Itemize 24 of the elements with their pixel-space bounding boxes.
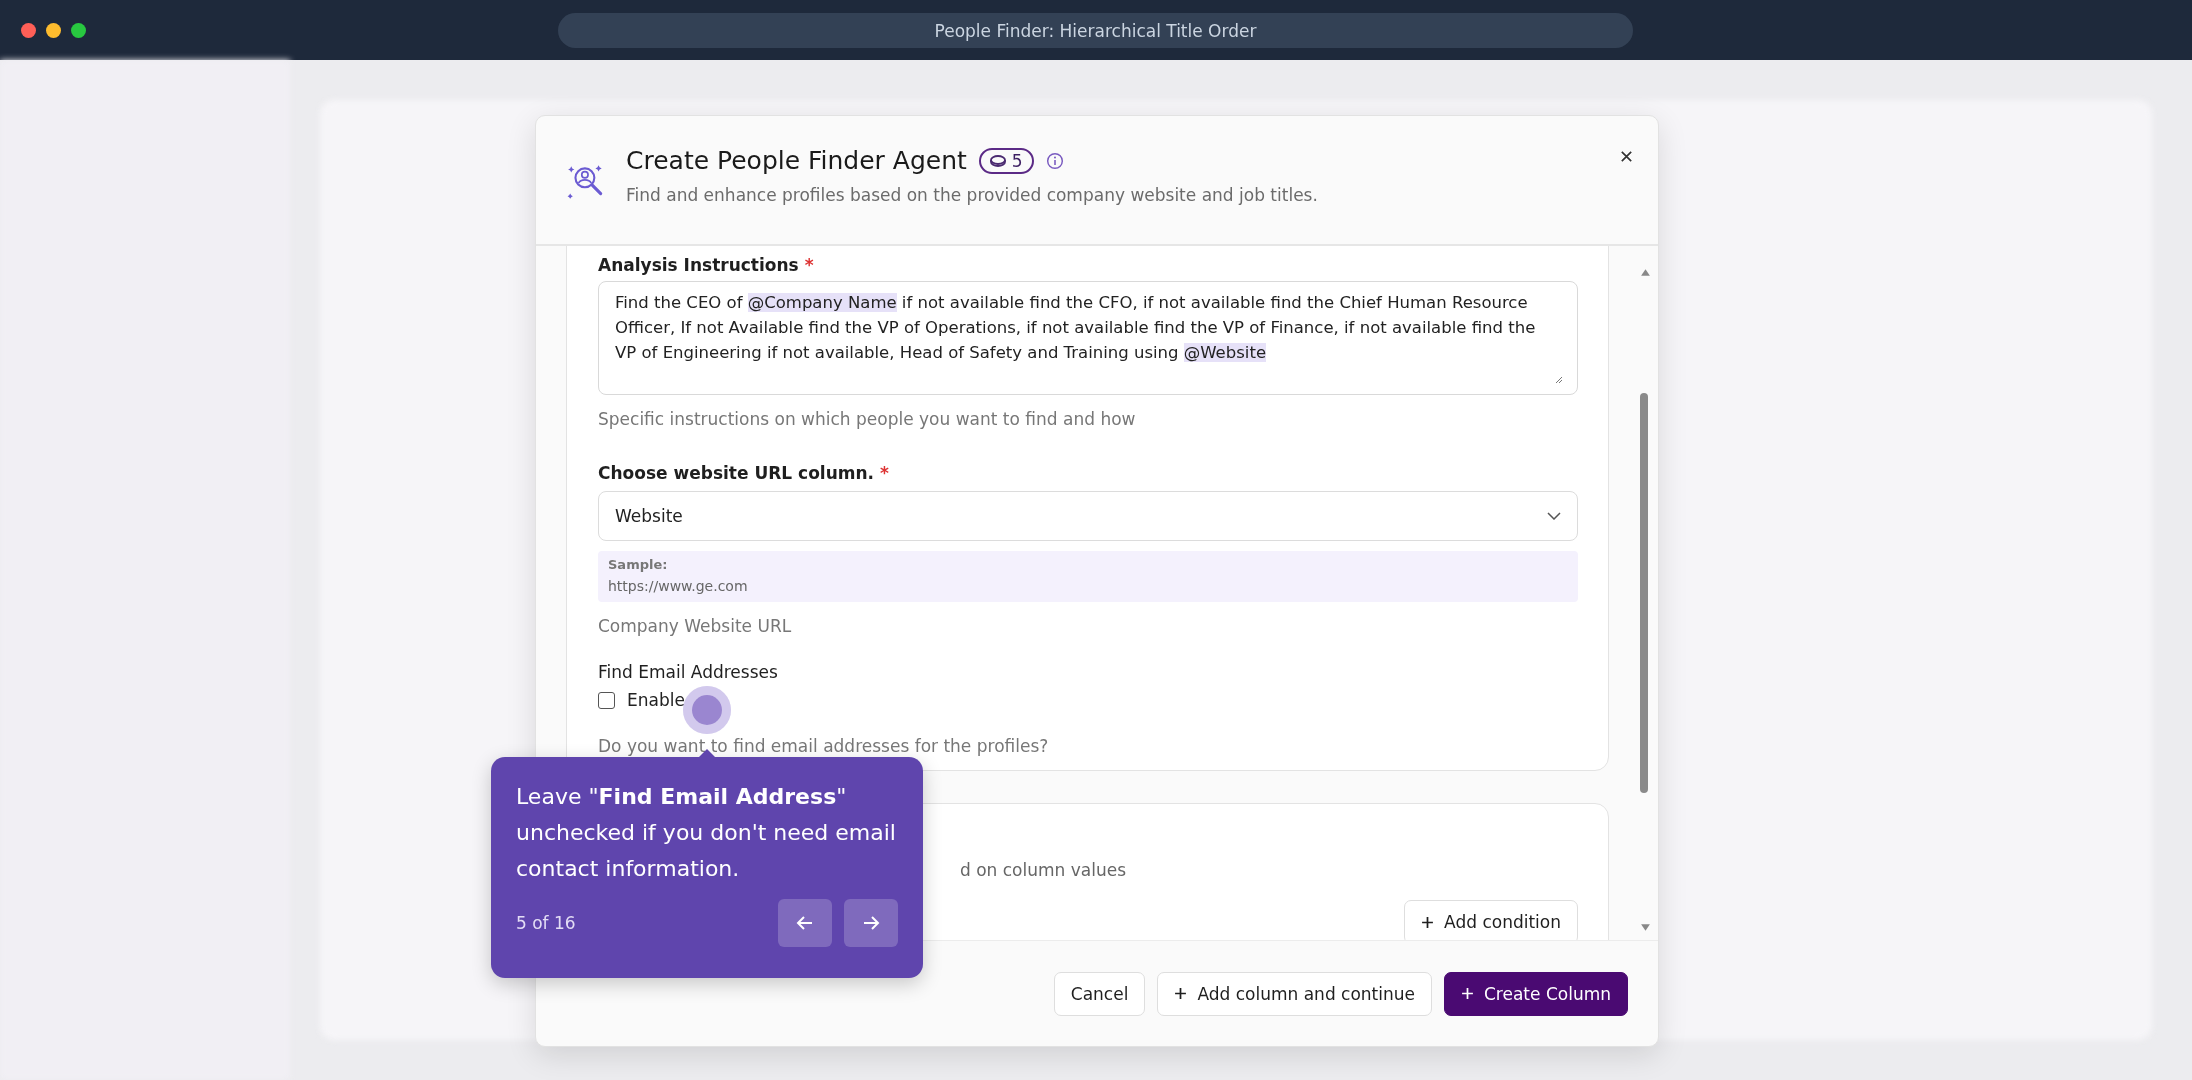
add-condition-button[interactable]: Add condition [1404, 900, 1578, 940]
required-mark: * [804, 255, 814, 275]
add-continue-button[interactable]: Add column and continue [1157, 971, 1432, 1016]
credit-badge: 5 [978, 147, 1034, 174]
create-column-button[interactable]: Create Column [1444, 971, 1628, 1016]
helper-text: Do you want to find email addresses for the profiles? [598, 736, 1050, 756]
step-counter: 5 of 16 [516, 913, 576, 933]
cancel-button[interactable]: Cancel [1053, 971, 1146, 1016]
sample-label: Sample: [608, 557, 669, 572]
description-text: d on column values [960, 860, 1127, 880]
helper-text: Company Website URL [598, 616, 793, 636]
helper-text: Specific instructions on which people you want to find and how [598, 409, 1137, 429]
field-label: Find Email Addresses [598, 662, 779, 682]
dialog-subtitle: Find and enhance profiles based on the provided company website and job titles. [626, 185, 1319, 205]
url-column-select[interactable]: Website [598, 491, 1578, 541]
field-label: Choose website URL column. [598, 463, 875, 483]
required-mark: * [879, 463, 889, 483]
sample-value: https://www.ge.com [608, 578, 749, 594]
field-label: Analysis Instructions [598, 255, 799, 275]
tooltip-text: Leave "Find Email Address" unchecked if you don't need email contact information. [516, 783, 897, 883]
dialog-title: Create People Finder Agent [626, 146, 967, 175]
checkbox-label: Enable [627, 690, 685, 710]
instructions-input[interactable]: Find the CEO of @Company Name if not available find the CFO, if not available find the Chief Human Resource Officer, If not Available find the VP of Operations, if not available find the VP of Finance, if not available find the VP of Engineering if not available, Head of Safety and Training using @Website [598, 281, 1578, 395]
window-title: People Finder: Hierarchical Title Order [558, 13, 1633, 48]
